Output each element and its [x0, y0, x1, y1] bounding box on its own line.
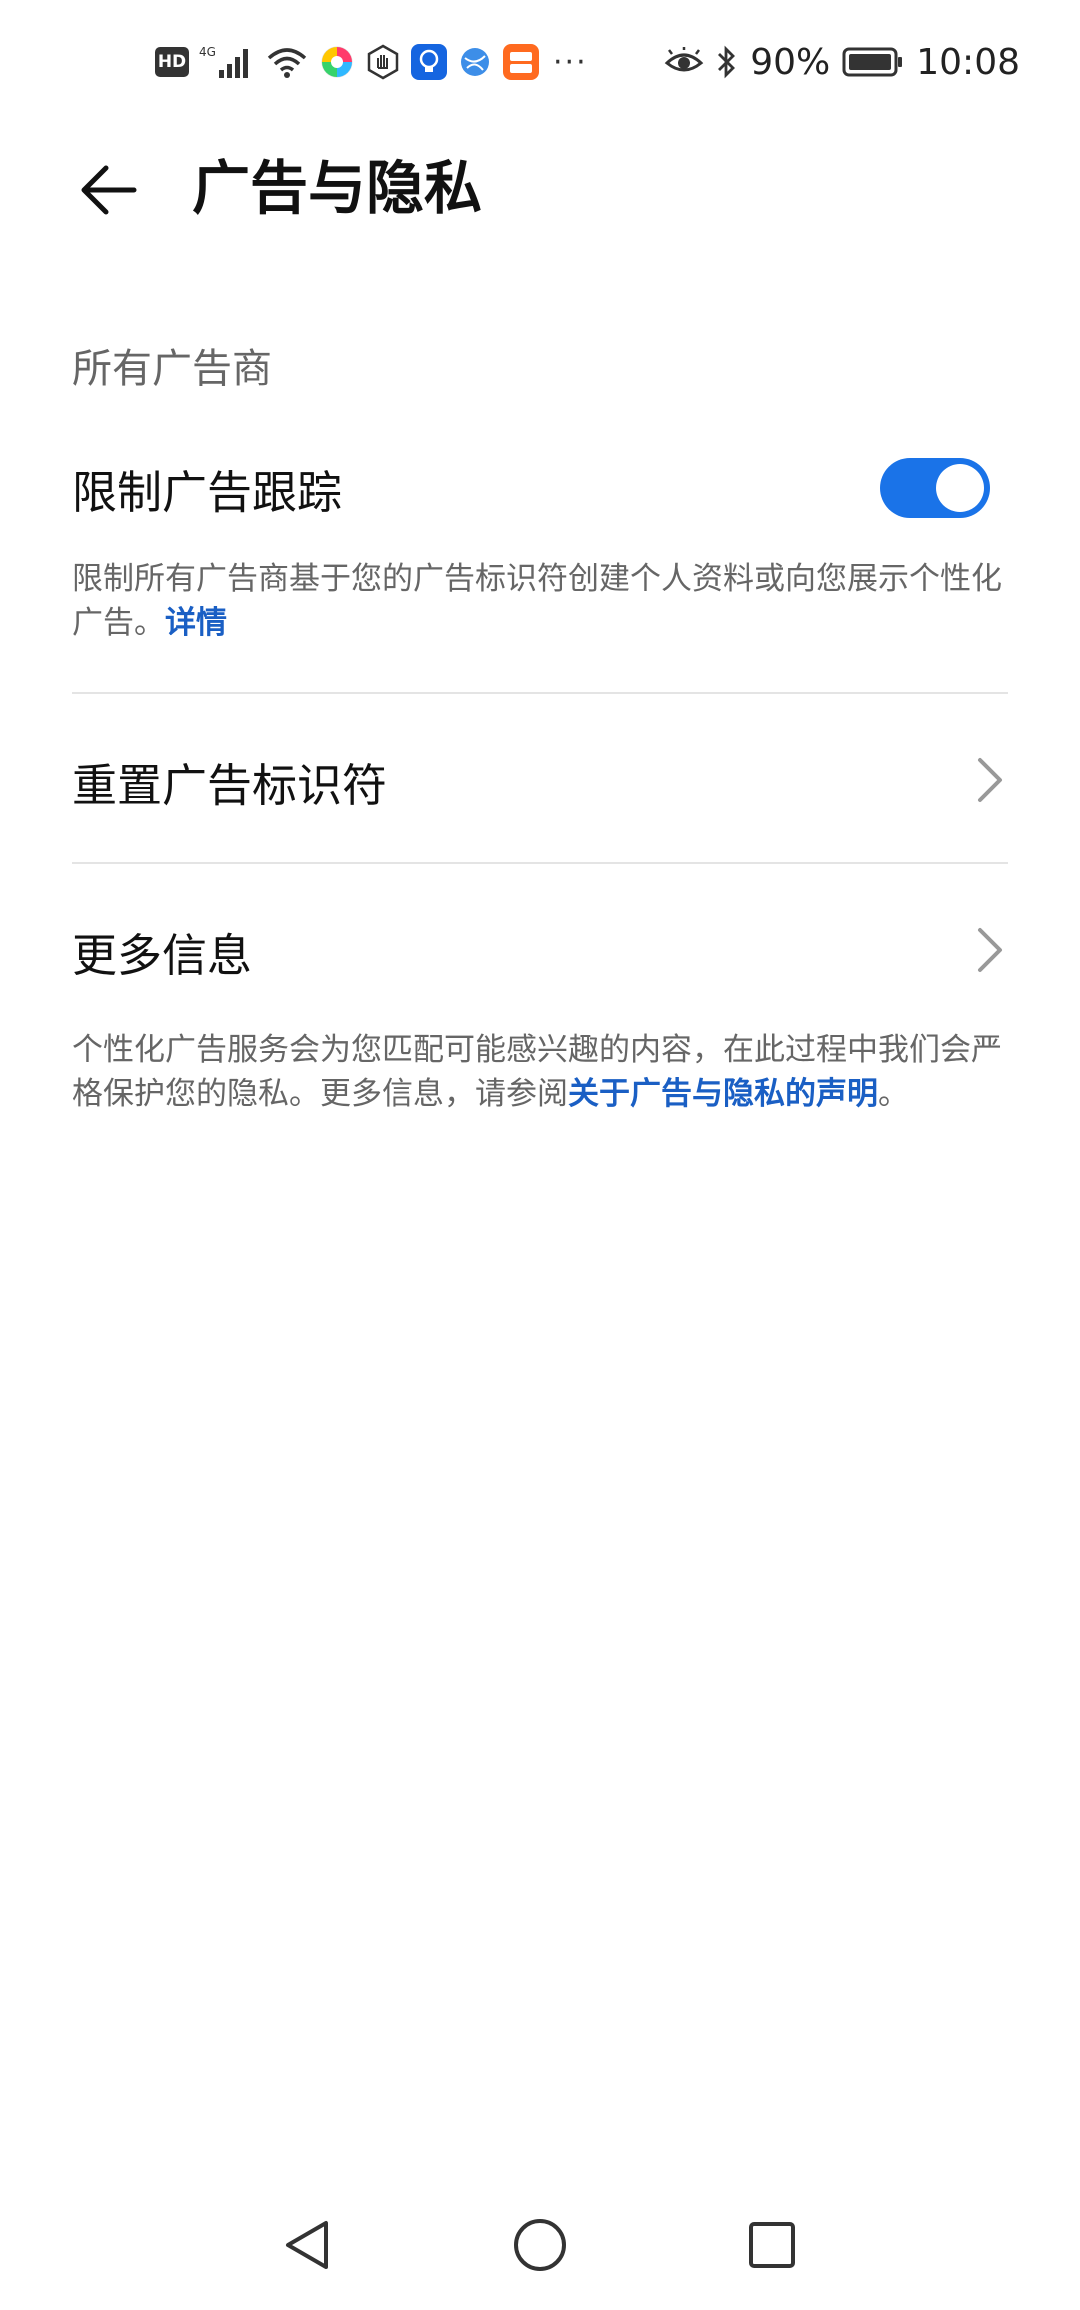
signal-4g-icon: 4G: [199, 44, 255, 80]
limit-ad-tracking-title: 限制广告跟踪: [72, 466, 343, 519]
eye-icon: [664, 47, 704, 77]
footer-note-suffix: 。: [878, 1076, 909, 1112]
bluetooth-icon: [716, 44, 738, 80]
limit-ad-tracking-description: 限制所有广告商基于您的广告标识符创建个人资料或向您展示个性化广告。详情: [72, 557, 1012, 645]
clock: 10:08: [916, 41, 1020, 83]
lightbulb-app-icon: [411, 44, 447, 80]
footer-note: 个性化广告服务会为您匹配可能感兴趣的内容，在此过程中我们会严格保护您的隐私。更多…: [72, 1028, 1012, 1116]
toggle-knob: [936, 464, 984, 512]
svg-text:4G: 4G: [199, 45, 216, 59]
globe-app-icon: [457, 44, 493, 80]
reset-ad-identifier-row[interactable]: 重置广告标识符: [0, 694, 1080, 862]
circle-home-icon: [514, 2219, 566, 2271]
hd-icon: HD: [155, 47, 189, 77]
more-notifications-icon: ···: [553, 44, 588, 80]
chevron-right-icon: [978, 928, 1002, 972]
chevron-right-icon: [978, 758, 1002, 802]
more-info-row[interactable]: 更多信息: [0, 864, 1080, 1032]
wifi-icon: [265, 44, 309, 80]
ad-privacy-statement-link[interactable]: 关于广告与隐私的声明: [568, 1076, 878, 1112]
square-recents-icon: [749, 2222, 795, 2268]
back-button[interactable]: [70, 150, 150, 230]
status-bar: HD 4G ··· 90% 10:08: [0, 0, 1080, 120]
hand-hexagon-icon: [365, 44, 401, 80]
system-navigation-bar: [0, 2180, 1080, 2310]
shopping-app-icon: [503, 44, 539, 80]
nav-recents-button[interactable]: [732, 2205, 812, 2285]
status-bar-right: 90% 10:08: [664, 38, 1020, 86]
app-header: 广告与隐私: [0, 130, 1080, 250]
limit-ad-tracking-toggle[interactable]: [880, 458, 990, 518]
battery-icon: [842, 46, 904, 78]
nav-home-button[interactable]: [500, 2205, 580, 2285]
page-title: 广告与隐私: [192, 154, 483, 222]
back-arrow-icon: [81, 165, 137, 215]
triangle-back-icon: [286, 2221, 328, 2269]
more-info-title: 更多信息: [72, 929, 253, 982]
app-colorful-icon: [319, 44, 355, 80]
status-bar-left: HD 4G ···: [155, 38, 588, 86]
nav-back-button[interactable]: [268, 2205, 348, 2285]
battery-percent: 90%: [750, 41, 831, 83]
reset-ad-identifier-title: 重置广告标识符: [72, 759, 388, 812]
section-header-all-advertisers: 所有广告商: [72, 346, 272, 392]
details-link[interactable]: 详情: [165, 605, 227, 641]
